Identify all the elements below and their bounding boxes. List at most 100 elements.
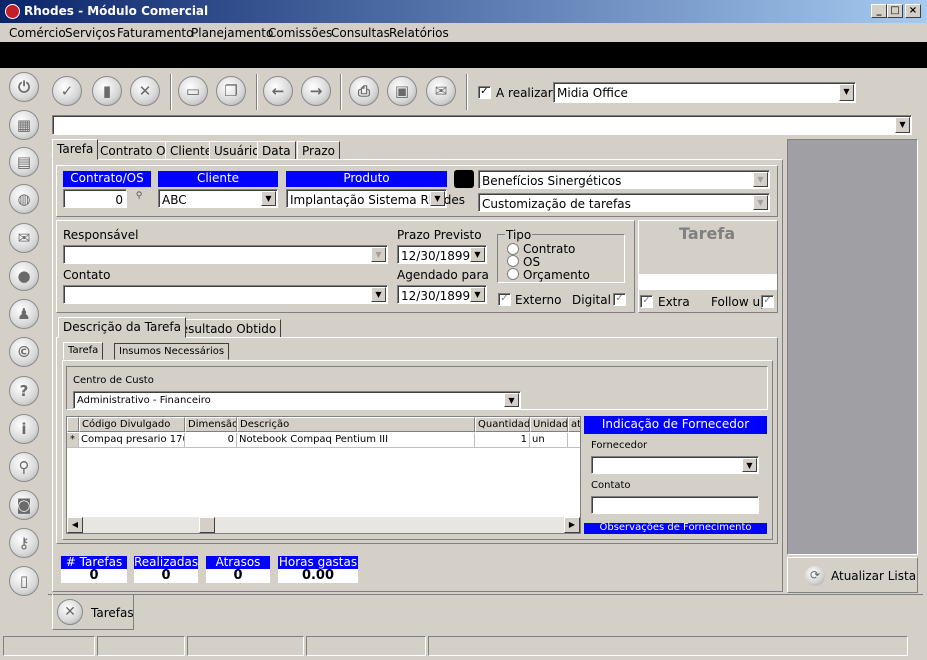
scroll-left-icon[interactable]: ◀ bbox=[67, 517, 83, 533]
atualizar-lista-button[interactable]: ⟳ Atualizar Lista bbox=[787, 557, 918, 593]
chevron-down-icon[interactable]: ▼ bbox=[753, 172, 768, 187]
chevron-down-icon[interactable]: ▼ bbox=[753, 195, 768, 210]
filter-combo[interactable]: ▼ bbox=[52, 115, 912, 135]
table-cell-unidade[interactable]: un bbox=[530, 433, 568, 448]
mail-icon[interactable]: ✉ bbox=[9, 223, 39, 253]
tab-inner-tarefa[interactable]: Tarefa bbox=[63, 342, 104, 360]
camera-icon[interactable]: ◙ bbox=[9, 490, 39, 520]
externo-checkbox[interactable]: ✓ bbox=[498, 293, 511, 306]
window-icon[interactable]: ▭ bbox=[178, 76, 208, 106]
menu-planejamento[interactable]: Planejamento bbox=[191, 26, 273, 40]
back-arrow-icon[interactable]: ← bbox=[263, 76, 293, 106]
menu-consultas[interactable]: Consultas bbox=[331, 26, 390, 40]
menu-faturamento[interactable]: Faturamento bbox=[117, 26, 193, 40]
chevron-down-icon[interactable]: ▼ bbox=[504, 393, 519, 407]
color-swatch[interactable] bbox=[454, 170, 474, 188]
fornecedor-contato-input[interactable] bbox=[591, 496, 759, 514]
tipo-orcamento-radio[interactable] bbox=[507, 268, 519, 280]
chevron-down-icon[interactable]: ▼ bbox=[895, 117, 910, 133]
table-cell-dimensao[interactable]: 0 bbox=[185, 433, 237, 448]
tab-descricao[interactable]: Descrição da Tarefa bbox=[58, 317, 186, 338]
clipboard-icon[interactable]: ▣ bbox=[387, 76, 417, 106]
power-icon[interactable]: ⏻ bbox=[9, 72, 39, 102]
column-header-unidade[interactable]: Unidade bbox=[530, 417, 568, 432]
prazo-previsto-date[interactable]: 12/30/1899 ▼ bbox=[397, 245, 487, 264]
calculator-icon[interactable]: ▦ bbox=[9, 110, 39, 140]
search-icon[interactable]: ⚲ bbox=[9, 452, 39, 482]
column-header-descricao[interactable]: Descrição bbox=[237, 417, 475, 432]
status-pane bbox=[428, 636, 908, 656]
contato-combo[interactable]: ▼ bbox=[63, 285, 388, 304]
maximize-button[interactable]: □ bbox=[887, 4, 903, 18]
customizacao-combo[interactable]: Customização de tarefas ▼ bbox=[478, 193, 770, 212]
fornecedor-combo[interactable]: ▼ bbox=[591, 456, 759, 474]
menu-servicos[interactable]: Serviços bbox=[65, 26, 116, 40]
tab-insumos[interactable]: Insumos Necessários bbox=[114, 343, 230, 360]
chevron-down-icon[interactable]: ▼ bbox=[470, 287, 485, 302]
contrato-input[interactable]: 0 bbox=[63, 189, 127, 208]
grid-horizontal-scrollbar[interactable]: ◀ ▶ bbox=[67, 517, 580, 533]
table-cell-at[interactable] bbox=[568, 433, 580, 448]
task-list-panel[interactable] bbox=[787, 139, 918, 555]
chevron-down-icon[interactable]: ▼ bbox=[371, 287, 386, 302]
help-icon[interactable]: ? bbox=[9, 376, 39, 406]
chevron-down-icon[interactable]: ▼ bbox=[261, 191, 276, 206]
centro-custo-combo[interactable]: Administrativo - Financeiro ▼ bbox=[73, 391, 521, 409]
insumos-grid[interactable]: Código Divulgado Dimensão Descrição Quan… bbox=[66, 416, 581, 534]
forward-arrow-icon[interactable]: → bbox=[301, 76, 331, 106]
column-header-at[interactable]: at bbox=[568, 417, 580, 432]
table-cell-descricao[interactable]: Notebook Compaq Pentium III bbox=[237, 433, 475, 448]
tab-tarefa[interactable]: Tarefa bbox=[52, 139, 99, 160]
cancel-icon[interactable]: ✕ bbox=[130, 76, 160, 106]
menu-comercio[interactable]: Comércio bbox=[9, 26, 66, 40]
agendado-date[interactable]: 12/30/1899 ▼ bbox=[397, 285, 487, 304]
chevron-down-icon[interactable]: ▼ bbox=[839, 84, 854, 101]
midia-office-combo[interactable]: Midia Office ▼ bbox=[553, 82, 856, 103]
scroll-thumb[interactable] bbox=[199, 517, 215, 533]
chevron-down-icon[interactable]: ▼ bbox=[470, 247, 485, 262]
key-icon[interactable]: ⚷ bbox=[9, 528, 39, 558]
menu-relatorios[interactable]: Relatórios bbox=[389, 26, 449, 40]
beneficios-combo[interactable]: Benefícios Sinergéticos ▼ bbox=[478, 170, 770, 189]
minimize-button[interactable]: _ bbox=[871, 4, 887, 18]
column-header-quantidade[interactable]: Quantidade bbox=[475, 417, 530, 432]
cascade-windows-icon[interactable]: ❐ bbox=[216, 76, 246, 106]
extra-checkbox[interactable]: ✓ bbox=[640, 295, 653, 308]
scroll-right-icon[interactable]: ▶ bbox=[564, 517, 580, 533]
globe-icon[interactable]: ◍ bbox=[9, 184, 39, 214]
envelope-icon[interactable]: ✉ bbox=[426, 76, 456, 106]
spreadsheet-icon[interactable]: ▤ bbox=[9, 147, 39, 177]
confirm-icon[interactable]: ✓ bbox=[52, 76, 82, 106]
responsavel-combo[interactable]: ▼ bbox=[63, 245, 388, 264]
close-window-button[interactable]: × bbox=[905, 4, 921, 18]
column-header-dimensao[interactable]: Dimensão bbox=[185, 417, 237, 432]
copyright-icon[interactable]: © bbox=[9, 337, 39, 367]
grid-corner bbox=[67, 417, 79, 432]
menu-comissoes[interactable]: Comissões bbox=[268, 26, 332, 40]
followup-checkbox[interactable]: ✓ bbox=[761, 295, 774, 308]
digital-checkbox[interactable]: ✓ bbox=[613, 293, 626, 306]
tab-data[interactable]: Data bbox=[257, 141, 296, 160]
tipo-os-radio[interactable] bbox=[507, 255, 519, 267]
cliente-combo[interactable]: ABC ▼ bbox=[158, 189, 278, 208]
tipo-contrato-radio[interactable] bbox=[507, 243, 519, 255]
table-cell-codigo[interactable]: Compaq presario 1700 bbox=[79, 433, 185, 448]
tarefas-window-tab[interactable]: ✕ Tarefas bbox=[52, 594, 134, 630]
produto-combo[interactable]: Implantação Sistema Rhodes ▼ bbox=[286, 189, 465, 208]
user-icon[interactable]: ♟ bbox=[9, 299, 39, 329]
new-document-icon[interactable]: ▮ bbox=[92, 76, 122, 106]
info-icon[interactable]: i bbox=[9, 414, 39, 444]
print-icon[interactable]: ⎙ bbox=[349, 76, 379, 106]
a-realizar-checkbox[interactable]: ✓ bbox=[478, 86, 491, 99]
chat-icon[interactable]: ● bbox=[9, 261, 39, 291]
chevron-down-icon[interactable]: ▼ bbox=[371, 247, 386, 262]
device-icon[interactable]: ▯ bbox=[9, 566, 39, 596]
tab-prazo[interactable]: Prazo bbox=[297, 141, 340, 160]
chevron-down-icon[interactable]: ▼ bbox=[742, 458, 757, 472]
chevron-down-icon[interactable]: ▼ bbox=[430, 191, 445, 206]
column-header-codigo[interactable]: Código Divulgado bbox=[79, 417, 185, 432]
table-cell-quantidade[interactable]: 1 bbox=[475, 433, 530, 448]
produto-header: Produto bbox=[286, 171, 447, 187]
search-icon[interactable]: ⚲ bbox=[131, 191, 147, 206]
close-tab-icon[interactable]: ✕ bbox=[57, 599, 83, 625]
